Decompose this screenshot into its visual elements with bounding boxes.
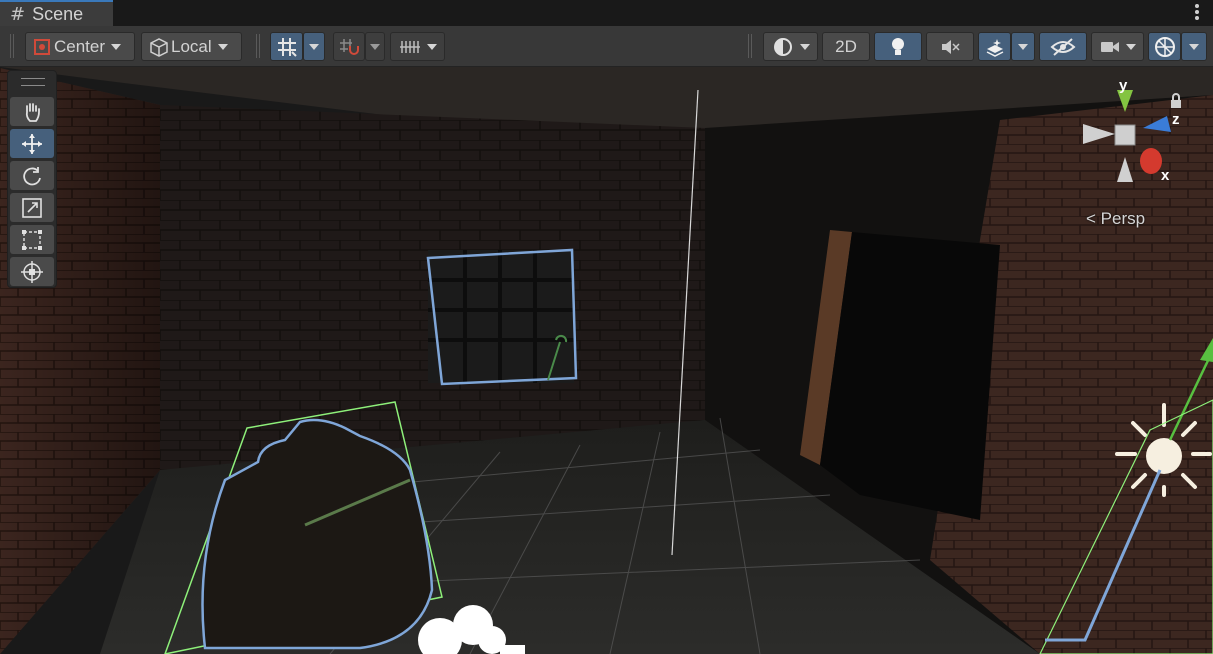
y-axis-label: y bbox=[1119, 82, 1128, 94]
grid-visibility-dropdown[interactable] bbox=[390, 32, 445, 61]
tab-scene[interactable]: # Scene bbox=[0, 0, 113, 26]
scene-render[interactable] bbox=[0, 67, 1213, 654]
tab-bar: # Scene bbox=[0, 0, 1213, 26]
local-cube-icon bbox=[150, 37, 168, 57]
toggle-2d-button[interactable]: 2D bbox=[822, 32, 870, 61]
rect-tool-button[interactable] bbox=[10, 225, 54, 254]
toolbar-grip[interactable] bbox=[256, 34, 262, 58]
shading-sphere-icon bbox=[773, 37, 792, 56]
tools-overlay bbox=[7, 70, 57, 288]
draw-mode-dropdown[interactable] bbox=[763, 32, 818, 61]
hand-tool-button[interactable] bbox=[10, 97, 54, 126]
chevron-down-icon bbox=[309, 43, 319, 50]
scale-icon bbox=[22, 197, 42, 218]
chevron-down-icon bbox=[799, 43, 810, 50]
gizmos-toggle-button[interactable] bbox=[1148, 32, 1181, 61]
grid-snap-dropdown[interactable] bbox=[303, 32, 325, 61]
chevron-down-icon bbox=[217, 43, 228, 50]
chevron-down-icon bbox=[426, 43, 437, 50]
move-tool-button[interactable] bbox=[10, 129, 54, 158]
pivot-mode-dropdown[interactable]: Center bbox=[25, 32, 135, 61]
toggle-2d-label: 2D bbox=[835, 36, 857, 56]
increment-snap-dropdown[interactable] bbox=[365, 32, 385, 61]
eye-hidden-icon bbox=[1050, 37, 1076, 56]
audio-toggle-button[interactable] bbox=[926, 32, 974, 61]
x-axis-cone[interactable] bbox=[1140, 148, 1162, 174]
grid-visibility-icon bbox=[399, 40, 420, 53]
speaker-muted-icon bbox=[942, 39, 960, 54]
camera-settings-dropdown[interactable] bbox=[1091, 32, 1144, 61]
scene-visibility-button[interactable] bbox=[1039, 32, 1087, 61]
toolbar-grip[interactable] bbox=[748, 34, 754, 58]
chevron-down-icon bbox=[1018, 43, 1028, 50]
scene-toolbar: Center Local 2D bbox=[0, 26, 1213, 67]
more-options-icon[interactable] bbox=[1195, 4, 1199, 22]
pivot-mode-label: Center bbox=[54, 36, 106, 56]
back-chevron-icon: < bbox=[1086, 209, 1096, 228]
x-axis-label: x bbox=[1161, 167, 1170, 184]
z-axis-label: z bbox=[1172, 111, 1180, 128]
pivot-rotation-label: Local bbox=[171, 36, 212, 56]
gizmos-dropdown[interactable] bbox=[1181, 32, 1207, 61]
camera-icon bbox=[1101, 41, 1119, 52]
scene-viewport[interactable]: < Persp y z x bbox=[0, 67, 1213, 654]
neg-y-axis-cone[interactable] bbox=[1117, 157, 1133, 182]
hash-icon: # bbox=[10, 3, 26, 25]
rect-transform-icon bbox=[22, 229, 42, 250]
z-axis-cone[interactable] bbox=[1143, 116, 1171, 132]
pivot-icon bbox=[34, 38, 50, 55]
overlay-drag-handle[interactable] bbox=[21, 78, 45, 86]
chevron-down-icon bbox=[1126, 43, 1136, 50]
lighting-toggle-button[interactable] bbox=[874, 32, 922, 61]
tab-label: Scene bbox=[32, 3, 84, 24]
effects-dropdown[interactable] bbox=[1011, 32, 1035, 61]
increment-snap-icon bbox=[340, 38, 359, 55]
hand-icon bbox=[25, 102, 40, 122]
lock-icon[interactable] bbox=[1169, 93, 1183, 109]
transform-icon bbox=[21, 260, 43, 283]
projection-toggle[interactable]: < Persp bbox=[1086, 209, 1145, 229]
pivot-rotation-dropdown[interactable]: Local bbox=[141, 32, 242, 61]
gizmo-center-cube[interactable] bbox=[1114, 124, 1136, 146]
toolbar-grip[interactable] bbox=[10, 34, 16, 58]
transform-tool-button[interactable] bbox=[10, 257, 54, 286]
neg-x-axis-cone[interactable] bbox=[1083, 124, 1115, 144]
scale-tool-button[interactable] bbox=[10, 193, 54, 222]
effects-toggle-button[interactable] bbox=[978, 32, 1011, 61]
grid-snap-button[interactable] bbox=[270, 32, 303, 61]
rotate-icon bbox=[23, 166, 41, 185]
grid-snap-icon bbox=[277, 37, 297, 57]
chevron-down-icon bbox=[370, 43, 380, 50]
chevron-down-icon bbox=[111, 43, 122, 50]
chevron-down-icon bbox=[1189, 43, 1199, 50]
move-icon bbox=[22, 133, 42, 154]
projection-label: Persp bbox=[1100, 209, 1146, 228]
lightbulb-icon bbox=[892, 37, 904, 55]
rotate-tool-button[interactable] bbox=[10, 161, 54, 190]
effects-layers-icon bbox=[986, 38, 1003, 57]
gizmos-globe-icon bbox=[1154, 36, 1175, 57]
increment-snap-button[interactable] bbox=[333, 32, 365, 61]
